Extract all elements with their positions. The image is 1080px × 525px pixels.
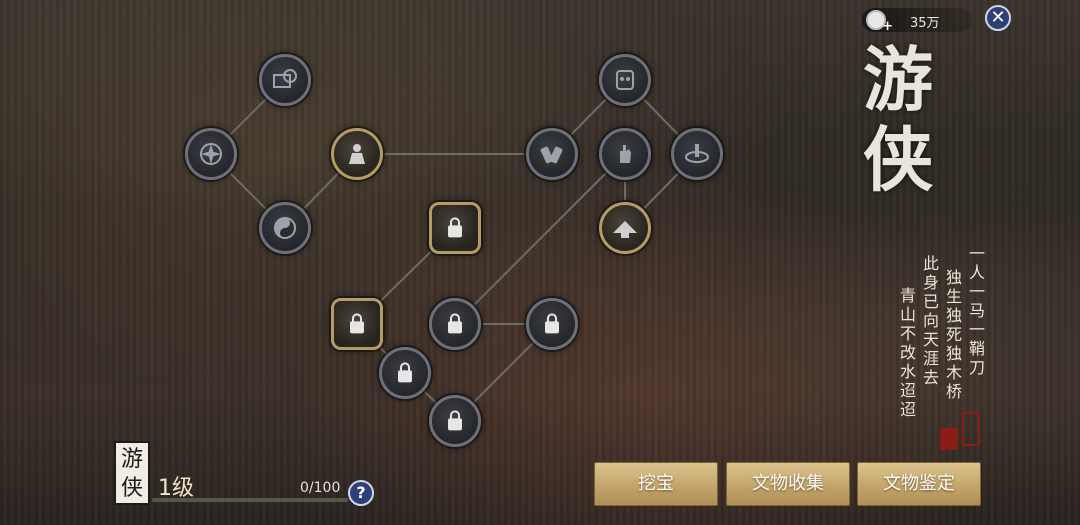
skill-node-ring[interactable] — [671, 128, 723, 180]
help-button[interactable]: ? — [348, 480, 374, 506]
lock-icon — [448, 313, 462, 334]
currency-value: 35万 — [910, 16, 940, 31]
warrior-icon — [349, 144, 365, 164]
red-seal-outline — [962, 412, 980, 446]
skill-node-shuriken[interactable] — [185, 128, 237, 180]
ring-icon — [685, 144, 709, 163]
close-icon: ✕ — [990, 7, 1006, 28]
skill-node-eye[interactable] — [429, 395, 481, 447]
skill-node-taiji[interactable] — [259, 202, 311, 254]
eye-lock-icon — [448, 410, 462, 431]
relic-collection-button[interactable]: 文物收集 — [726, 462, 850, 506]
poem-line-2: 独生独死独木桥 — [945, 268, 962, 401]
opera-mask-icon — [616, 70, 634, 90]
poem-line-3: 此身已向天涯去 — [922, 254, 939, 387]
shuriken-icon — [200, 143, 222, 165]
level-progress-text: 0/100 — [300, 480, 341, 496]
skill-node-warrior[interactable] — [331, 128, 383, 180]
lock-icon — [448, 217, 462, 238]
treasure-dig-button[interactable]: 挖宝 — [594, 462, 718, 506]
scrolls-icon — [540, 146, 563, 164]
class-badge: 游侠 — [114, 441, 150, 505]
silver-coin-plus-icon[interactable] — [866, 10, 893, 34]
class-title: 游侠 — [863, 38, 937, 201]
map-chat-icon — [273, 69, 297, 88]
skill-node-hand[interactable] — [599, 128, 651, 180]
skill-node-butterfly[interactable] — [526, 298, 578, 350]
red-seal — [940, 428, 958, 450]
butterfly-lock-icon — [545, 313, 559, 334]
currency-display[interactable]: 35万 — [862, 8, 972, 34]
skill-node-map[interactable] — [259, 54, 311, 106]
skill-node-locked-gold-2[interactable] — [331, 298, 383, 350]
poem-line-4: 青山不改水迢迢 — [899, 286, 916, 419]
skill-node-locked-gold-1[interactable] — [429, 202, 481, 254]
lock-icon — [398, 362, 412, 383]
yin-yang-icon — [274, 217, 296, 239]
skill-node-locked-mid[interactable] — [379, 347, 431, 399]
poem-line-1: 一人一马一鞘刀 — [968, 244, 985, 377]
relic-appraisal-button[interactable]: 文物鉴定 — [857, 462, 981, 506]
skill-node-scrolls[interactable] — [526, 128, 578, 180]
skill-node-locked-cross[interactable] — [429, 298, 481, 350]
hand-icon — [620, 145, 631, 163]
straw-hat-icon — [613, 221, 637, 238]
level-progress-bar — [152, 498, 348, 502]
close-button[interactable]: ✕ — [985, 5, 1011, 31]
lock-icon — [350, 313, 364, 334]
skill-node-mask[interactable] — [599, 54, 651, 106]
skill-node-hat[interactable] — [599, 202, 651, 254]
